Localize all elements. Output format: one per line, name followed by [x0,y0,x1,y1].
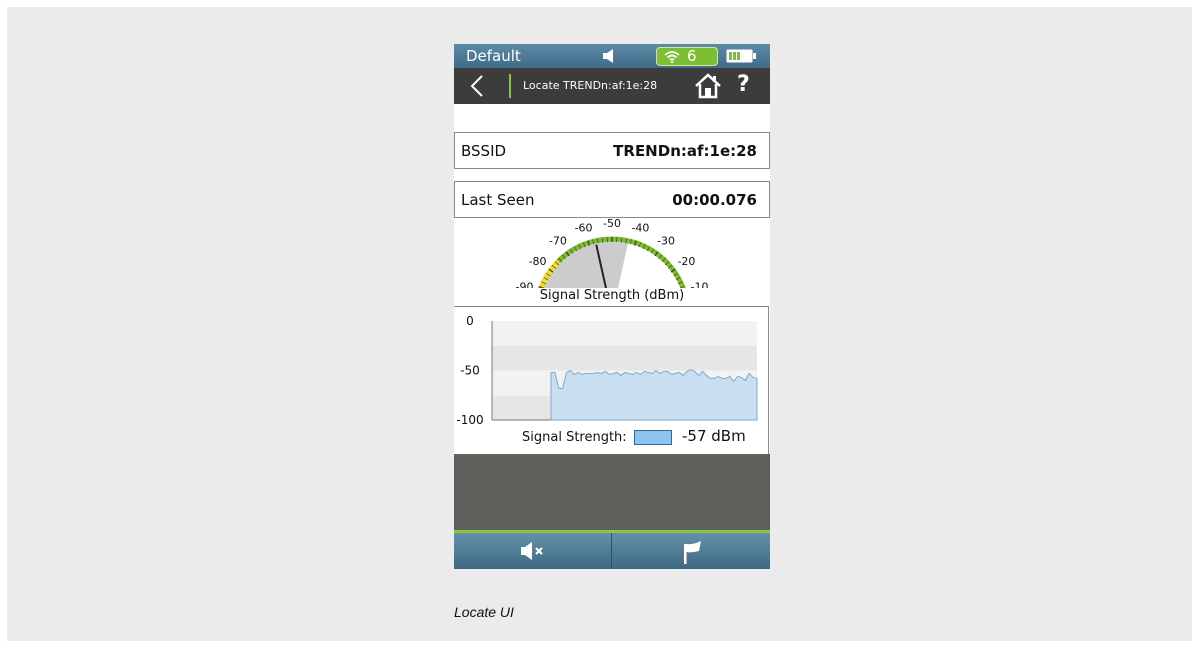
chart-y-tick-label: 0 [466,314,474,328]
help-button[interactable]: ? [737,71,750,99]
page-title: Locate TRENDn:af:1e:28 [523,79,658,92]
chart-y-tick-label: -100 [456,413,483,427]
last-seen-label: Last Seen [461,191,535,209]
gauge-tick-label: -20 [677,255,695,268]
chart-band [492,321,757,346]
figure-background: Default 6 Locate TRENDn:af:1e:28 ? BSSID… [7,7,1192,641]
gauge-tick-label: -50 [603,218,621,230]
empty-area [454,454,770,531]
mute-button[interactable] [454,533,612,569]
gauge-shaded-range [543,241,629,288]
gauge-tick-label: -60 [575,222,593,235]
device-screen: Default 6 Locate TRENDn:af:1e:28 ? BSSID… [454,44,770,569]
bssid-row: BSSID TRENDn:af:1e:28 [454,132,770,169]
signal-history-chart: 0 -50 -100 Signal Strength: -57 dBm [454,306,769,456]
legend-value: -57 dBm [682,427,746,445]
nav-bar: Locate TRENDn:af:1e:28 ? [454,68,770,104]
home-icon[interactable] [694,73,722,99]
chart-band [492,345,757,371]
flag-icon [684,541,701,564]
last-seen-value: 00:00.076 [672,191,757,209]
gauge-caption: Signal Strength (dBm) [539,288,685,303]
legend-label: Signal Strength: [522,430,627,445]
gauge-tick-label: -80 [529,255,547,268]
gauge-dial: -100-90-80-70-60-50-40-30-20-100 [516,218,708,288]
status-bar: Default 6 [454,44,770,68]
nav-divider [509,74,511,98]
chart-plot: 0 -50 -100 [456,314,758,427]
profile-label[interactable]: Default [466,46,521,66]
figure-caption: Locate UI [454,604,514,620]
wifi-indicator[interactable]: 6 [656,47,718,66]
chart-y-tick-label: -50 [460,364,480,378]
bottom-toolbar [454,533,770,569]
bssid-label: BSSID [461,142,507,160]
gauge-tick-label: -40 [631,222,649,235]
signal-gauge: -100-90-80-70-60-50-40-30-20-100 Signal … [454,218,770,306]
battery-icon [726,49,756,63]
mute-icon [521,542,543,560]
chart-legend: Signal Strength: -57 dBm [454,427,770,449]
bssid-value: TRENDn:af:1e:28 [613,142,757,160]
gauge-tick-label: -70 [549,235,567,248]
gauge-tick-label: -30 [657,235,675,248]
speaker-icon[interactable] [602,48,616,64]
wifi-count: 6 [687,47,697,65]
wifi-icon [664,51,680,63]
back-icon[interactable] [468,74,486,98]
last-seen-row: Last Seen 00:00.076 [454,181,770,218]
flag-button[interactable] [613,533,770,569]
legend-swatch [634,430,672,445]
